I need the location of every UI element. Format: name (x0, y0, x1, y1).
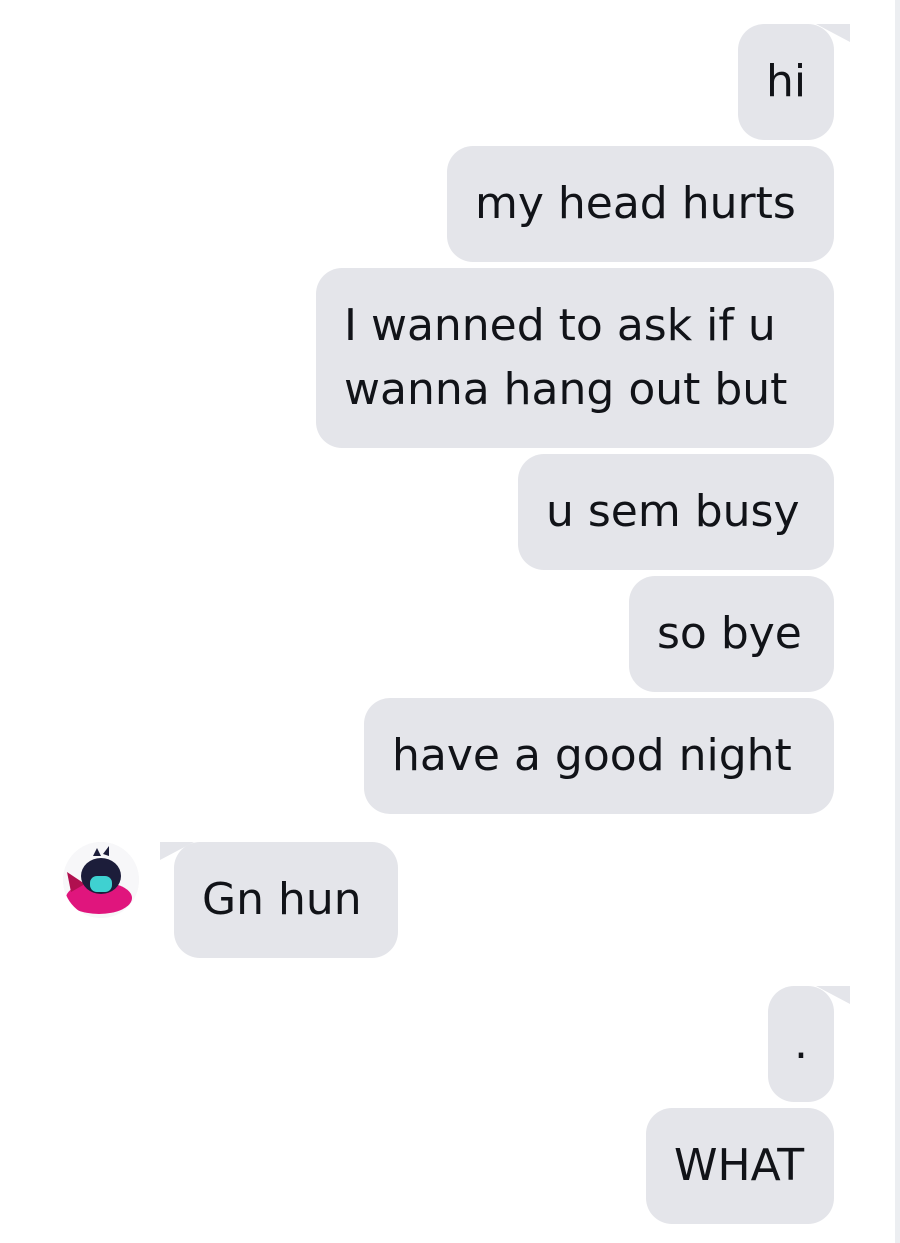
incoming-message-bubble[interactable]: Gn hun (174, 842, 398, 958)
message-text: WHAT (674, 1140, 805, 1191)
message-thread[interactable]: hi my head hurts I wanned to ask if u wa… (0, 0, 900, 1243)
message-text: so bye (657, 608, 802, 659)
outgoing-message-bubble[interactable]: . (768, 986, 834, 1102)
user-avatar-icon[interactable] (63, 842, 139, 918)
scrollbar-track[interactable] (895, 0, 900, 1243)
message-text: u sem busy (546, 486, 800, 537)
message-text: Gn hun (202, 874, 362, 925)
outgoing-message-bubble[interactable]: WHAT (646, 1108, 834, 1224)
message-text: hi (766, 56, 807, 107)
message-text-line: wanna hang out but (344, 364, 788, 415)
message-text: . (794, 1018, 808, 1069)
outgoing-message-bubble[interactable]: I wanned to ask if u wanna hang out but (316, 268, 834, 448)
message-text: my head hurts (475, 178, 796, 229)
avatar-image (63, 842, 139, 918)
outgoing-message-bubble[interactable]: have a good night (364, 698, 834, 814)
outgoing-message-bubble[interactable]: so bye (629, 576, 834, 692)
outgoing-message-bubble[interactable]: my head hurts (447, 146, 834, 262)
outgoing-message-bubble[interactable]: u sem busy (518, 454, 834, 570)
message-text: have a good night (392, 730, 792, 781)
message-text-line: I wanned to ask if u (344, 300, 776, 351)
outgoing-message-bubble[interactable]: hi (738, 24, 834, 140)
